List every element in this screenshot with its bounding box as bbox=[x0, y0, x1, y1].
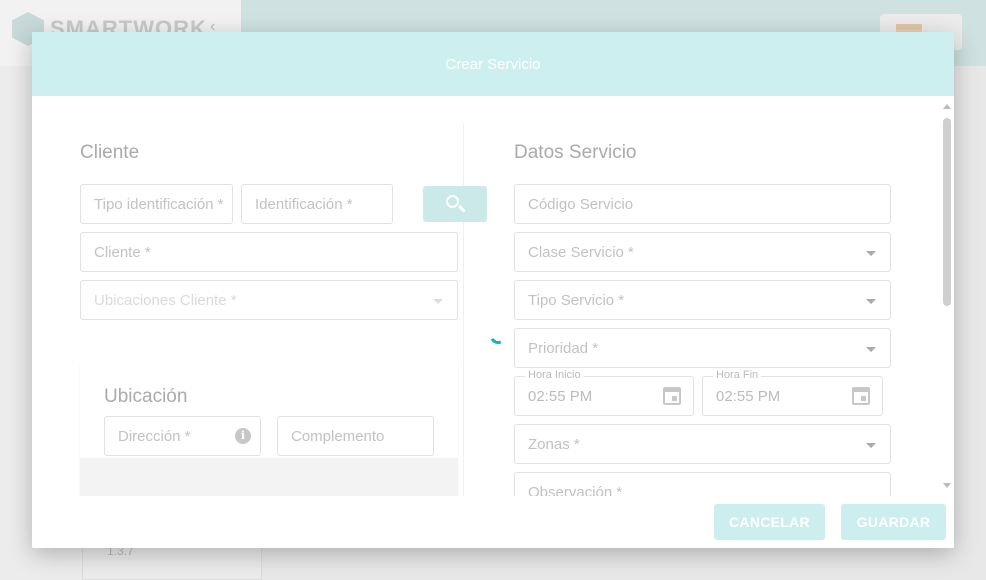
prioridad-placeholder: Prioridad * bbox=[528, 340, 599, 357]
chevron-down-icon bbox=[866, 251, 876, 256]
tipo-identificacion-select[interactable]: Tipo identificación * bbox=[80, 184, 233, 224]
complemento-input[interactable]: Complemento bbox=[277, 416, 434, 456]
scroll-down-arrow-icon[interactable] bbox=[943, 483, 951, 488]
cliente-section-title: Cliente bbox=[80, 142, 140, 163]
cliente-placeholder: Cliente * bbox=[94, 244, 151, 261]
dialog-header: Crear Servicio bbox=[32, 32, 954, 96]
datos-servicio-column: Datos Servicio Código Servicio Clase Ser… bbox=[514, 124, 894, 496]
dialog-footer: CANCELAR GUARDAR bbox=[32, 496, 954, 548]
hora-fin-label: Hora Fin bbox=[713, 369, 762, 381]
tipo-servicio-select[interactable]: Tipo Servicio * bbox=[514, 280, 891, 320]
chevron-down-icon bbox=[866, 299, 876, 304]
crear-servicio-dialog: Crear Servicio Cliente Tipo identificaci… bbox=[32, 32, 954, 548]
hora-inicio-picker[interactable]: Hora Inicio 02:55 PM bbox=[514, 369, 694, 416]
ubicaciones-placeholder: Ubicaciones Cliente * bbox=[94, 292, 237, 309]
complemento-placeholder: Complemento bbox=[291, 428, 385, 445]
clase-servicio-select[interactable]: Clase Servicio * bbox=[514, 232, 891, 272]
datos-servicio-section-title: Datos Servicio bbox=[514, 142, 637, 163]
cliente-input[interactable]: Cliente * bbox=[80, 232, 458, 272]
cancel-button[interactable]: CANCELAR bbox=[714, 504, 825, 540]
observacion-input[interactable]: Observación * bbox=[514, 472, 891, 496]
hora-inicio-label: Hora Inicio bbox=[525, 369, 584, 381]
dialog-body: Cliente Tipo identificación * Identifica… bbox=[32, 96, 954, 496]
clase-servicio-placeholder: Clase Servicio * bbox=[528, 244, 634, 261]
chevron-down-icon bbox=[433, 299, 443, 304]
loading-spinner-icon bbox=[487, 325, 509, 347]
ubicacion-map-placeholder bbox=[80, 458, 458, 496]
prioridad-select[interactable]: Prioridad * bbox=[514, 328, 891, 368]
hora-inicio-value: 02:55 PM bbox=[528, 388, 593, 405]
direccion-placeholder: Dirección * bbox=[118, 428, 191, 445]
info-icon[interactable]: i bbox=[235, 428, 251, 444]
codigo-servicio-input[interactable]: Código Servicio bbox=[514, 184, 891, 224]
chevron-down-icon bbox=[866, 443, 876, 448]
dialog-title: Crear Servicio bbox=[445, 55, 541, 73]
search-cliente-button[interactable] bbox=[423, 186, 487, 222]
direccion-input[interactable]: Dirección * i bbox=[104, 416, 261, 456]
hora-fin-value: 02:55 PM bbox=[716, 388, 781, 405]
codigo-servicio-placeholder: Código Servicio bbox=[528, 196, 634, 213]
save-button[interactable]: GUARDAR bbox=[841, 504, 946, 540]
calendar-icon[interactable] bbox=[852, 387, 870, 405]
tipo-servicio-placeholder: Tipo Servicio * bbox=[528, 292, 625, 309]
calendar-icon[interactable] bbox=[663, 387, 681, 405]
hora-fin-picker[interactable]: Hora Fin 02:55 PM bbox=[702, 369, 883, 416]
tipo-identificacion-placeholder: Tipo identificación * bbox=[94, 196, 224, 213]
zonas-select[interactable]: Zonas * bbox=[514, 424, 891, 464]
observacion-placeholder: Observación * bbox=[528, 484, 623, 496]
identificacion-placeholder: Identificación * bbox=[255, 196, 353, 213]
scrollbar-thumb[interactable] bbox=[943, 118, 951, 306]
chevron-down-icon bbox=[866, 347, 876, 352]
ubicacion-section-title: Ubicación bbox=[104, 386, 188, 407]
identificacion-input[interactable]: Identificación * bbox=[241, 184, 393, 224]
scroll-up-arrow-icon[interactable] bbox=[943, 104, 951, 109]
cliente-column: Cliente Tipo identificación * Identifica… bbox=[54, 124, 487, 496]
ubicaciones-cliente-select[interactable]: Ubicaciones Cliente * bbox=[80, 280, 458, 320]
zonas-placeholder: Zonas * bbox=[528, 436, 580, 453]
